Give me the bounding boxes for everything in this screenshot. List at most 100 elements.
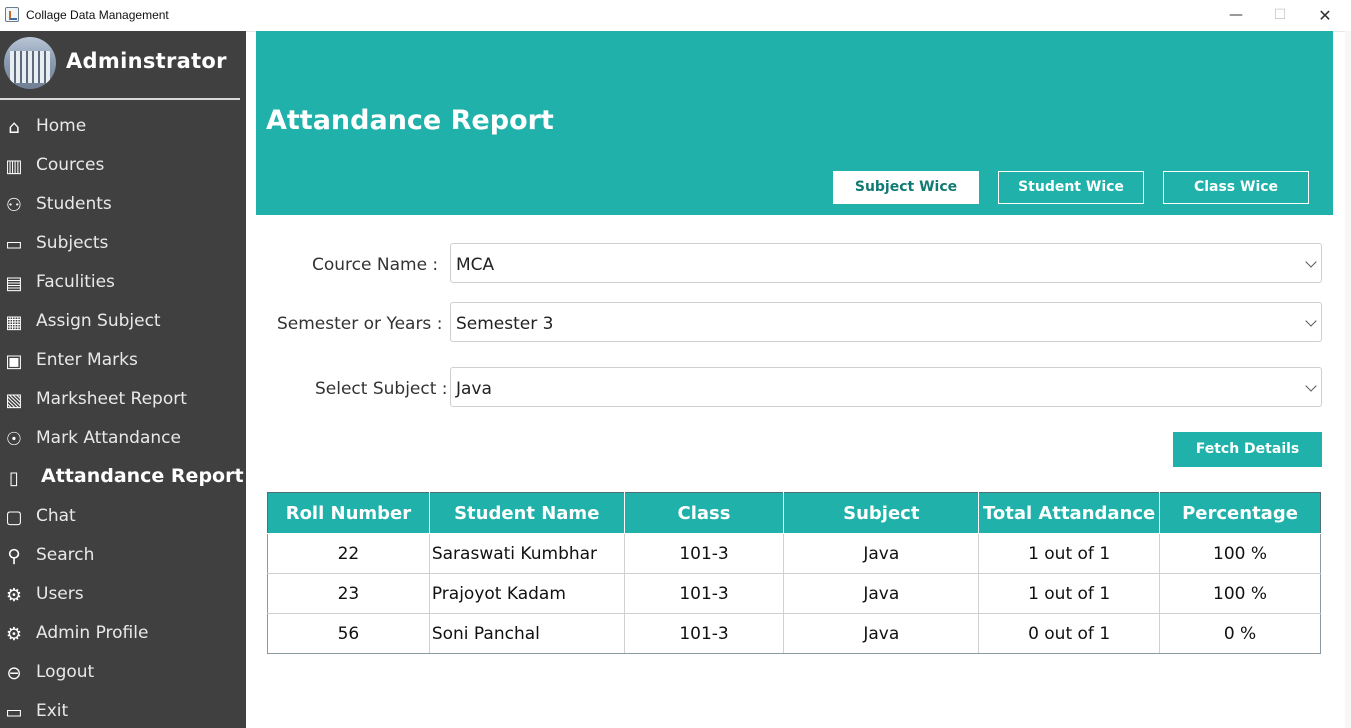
chevron-down-icon: [1305, 256, 1317, 268]
page-header: Attandance Report Subject Wice Student W…: [256, 31, 1333, 215]
sidebar-item-subjects[interactable]: ▭ Subjects: [0, 226, 246, 262]
table-cell: Java: [783, 573, 980, 614]
sidebar-item-students[interactable]: ⚇ Students: [0, 187, 246, 223]
close-button[interactable]: ✕: [1302, 0, 1348, 31]
sidebar-item-label: Chat: [36, 506, 76, 526]
course-name-label: Cource Name :: [312, 255, 439, 275]
sidebar-item-faculities[interactable]: ▤ Faculities: [0, 265, 246, 301]
report-doc-icon: ▧: [5, 389, 23, 411]
sidebar-item-label: Cources: [36, 155, 105, 175]
sidebar-item-label: Assign Subject: [36, 311, 161, 331]
sidebar-item-label: Enter Marks: [36, 350, 138, 370]
sidebar-item-label: Mark Attandance: [36, 428, 181, 448]
sidebar-item-label: Subjects: [36, 233, 109, 253]
table-cell: 101-3: [623, 533, 785, 574]
id-card-icon: ▤: [5, 272, 23, 294]
sidebar-item-label: Logout: [36, 662, 95, 682]
table-cell: 101-3: [623, 573, 785, 614]
home-icon: ⌂: [8, 116, 20, 138]
admin-gear-icon: ⚙: [5, 623, 23, 645]
sidebar: Adminstrator ⌂ Home ▥ Cources ⚇ Students ▭ Subj…: [0, 31, 246, 728]
sidebar-item-assign-subject[interactable]: ▦ Assign Subject: [0, 304, 246, 340]
table-cell: Java: [783, 613, 980, 654]
sidebar-item-label: Marksheet Report: [36, 389, 187, 409]
sidebar-item-label: Attandance Report: [41, 465, 244, 487]
maximize-button[interactable]: ☐: [1257, 0, 1303, 31]
table-row[interactable]: 22 Saraswati Kumbhar 101-3 Java 1 out of…: [267, 533, 1321, 574]
table-cell: 101-3: [623, 613, 785, 654]
chevron-down-icon: [1305, 380, 1317, 392]
tab-subject-wise[interactable]: Subject Wice: [833, 171, 979, 204]
column-header[interactable]: Total Attandance: [978, 492, 1161, 534]
table-cell: Saraswati Kumbhar: [428, 533, 625, 574]
sidebar-item-home[interactable]: ⌂ Home: [0, 109, 246, 145]
sidebar-item-label: Admin Profile: [36, 623, 149, 643]
sidebar-item-marksheet-report[interactable]: ▧ Marksheet Report: [0, 382, 246, 418]
admin-avatar: [4, 37, 56, 89]
semester-label: Semester or Years :: [277, 314, 443, 334]
column-header[interactable]: Class: [623, 492, 785, 534]
sidebar-item-label: Users: [36, 584, 84, 604]
table-cell: 100 %: [1159, 573, 1321, 614]
open-book-icon: ▭: [5, 233, 23, 255]
sidebar-item-logout[interactable]: ⊖ Logout: [0, 655, 246, 691]
admin-title: Adminstrator: [66, 49, 227, 73]
course-select[interactable]: MCA: [450, 243, 1322, 283]
semester-select-value: Semester 3: [456, 314, 554, 334]
table-cell: 56: [267, 613, 430, 654]
user-search-icon: ⚲: [7, 545, 21, 567]
sidebar-item-label: Exit: [36, 701, 69, 721]
tab-student-wise[interactable]: Student Wice: [998, 171, 1144, 204]
sidebar-item-chat[interactable]: ▢ Chat: [0, 499, 246, 535]
table-row[interactable]: 23 Prajoyot Kadam 101-3 Java 1 out of 1 …: [267, 573, 1321, 614]
books-icon: ▥: [5, 155, 23, 177]
page-title: Attandance Report: [266, 105, 554, 136]
column-header[interactable]: Percentage: [1159, 492, 1321, 534]
table-cell: Java: [783, 533, 980, 574]
sidebar-item-users[interactable]: ⚙ Users: [0, 577, 246, 613]
window-title: Collage Data Management: [26, 8, 169, 22]
table-cell: 1 out of 1: [978, 573, 1161, 614]
sidebar-item-label: Students: [36, 194, 112, 214]
table-cell: 0 out of 1: [978, 613, 1161, 654]
column-header[interactable]: Subject: [783, 492, 980, 534]
subject-select[interactable]: Java: [450, 367, 1322, 407]
table-cell: Soni Panchal: [428, 613, 625, 654]
assign-icon: ▦: [5, 311, 23, 333]
column-header[interactable]: Roll Number: [267, 492, 430, 534]
subject-select-value: Java: [456, 379, 492, 399]
table-cell: Prajoyot Kadam: [428, 573, 625, 614]
fetch-details-button[interactable]: Fetch Details: [1173, 432, 1322, 467]
sidebar-item-label: Faculities: [36, 272, 115, 292]
sidebar-divider: [0, 98, 240, 100]
course-select-value: MCA: [456, 255, 495, 275]
tab-class-wise[interactable]: Class Wice: [1163, 171, 1309, 204]
table-header-row: Roll Number Student Name Class Subject T…: [267, 492, 1321, 534]
chat-icon: ▢: [5, 506, 23, 528]
doc-clock-icon: ▯: [9, 467, 19, 489]
minimize-button[interactable]: —: [1213, 0, 1259, 31]
column-header[interactable]: Student Name: [428, 492, 625, 534]
sidebar-item-admin-profile[interactable]: ⚙ Admin Profile: [0, 616, 246, 652]
table-cell: 0 %: [1159, 613, 1321, 654]
semester-select[interactable]: Semester 3: [450, 302, 1322, 342]
subject-label: Select Subject :: [315, 379, 448, 399]
sidebar-item-label: Home: [36, 116, 87, 136]
window-right-edge: [1345, 31, 1351, 728]
chevron-down-icon: [1305, 315, 1317, 327]
table-cell: 1 out of 1: [978, 533, 1161, 574]
sidebar-item-exit[interactable]: ▭ Exit: [0, 694, 246, 728]
sidebar-item-search[interactable]: ⚲ Search: [0, 538, 246, 574]
building-photo: [10, 51, 50, 83]
user-check-icon: ☉: [5, 428, 23, 450]
sidebar-item-attandance-report[interactable]: ▯ Attandance Report: [0, 460, 246, 496]
attendance-table: Roll Number Student Name Class Subject T…: [267, 492, 1321, 654]
logout-icon: ⊖: [6, 662, 22, 684]
table-row[interactable]: 56 Soni Panchal 101-3 Java 0 out of 1 0 …: [267, 613, 1321, 654]
table-cell: 22: [267, 533, 430, 574]
table-cell: 23: [267, 573, 430, 614]
sidebar-item-mark-attandance[interactable]: ☉ Mark Attandance: [0, 421, 246, 457]
sidebar-item-enter-marks[interactable]: ▣ Enter Marks: [0, 343, 246, 379]
users-gear-icon: ⚙: [5, 584, 23, 606]
sidebar-item-cources[interactable]: ▥ Cources: [0, 148, 246, 184]
